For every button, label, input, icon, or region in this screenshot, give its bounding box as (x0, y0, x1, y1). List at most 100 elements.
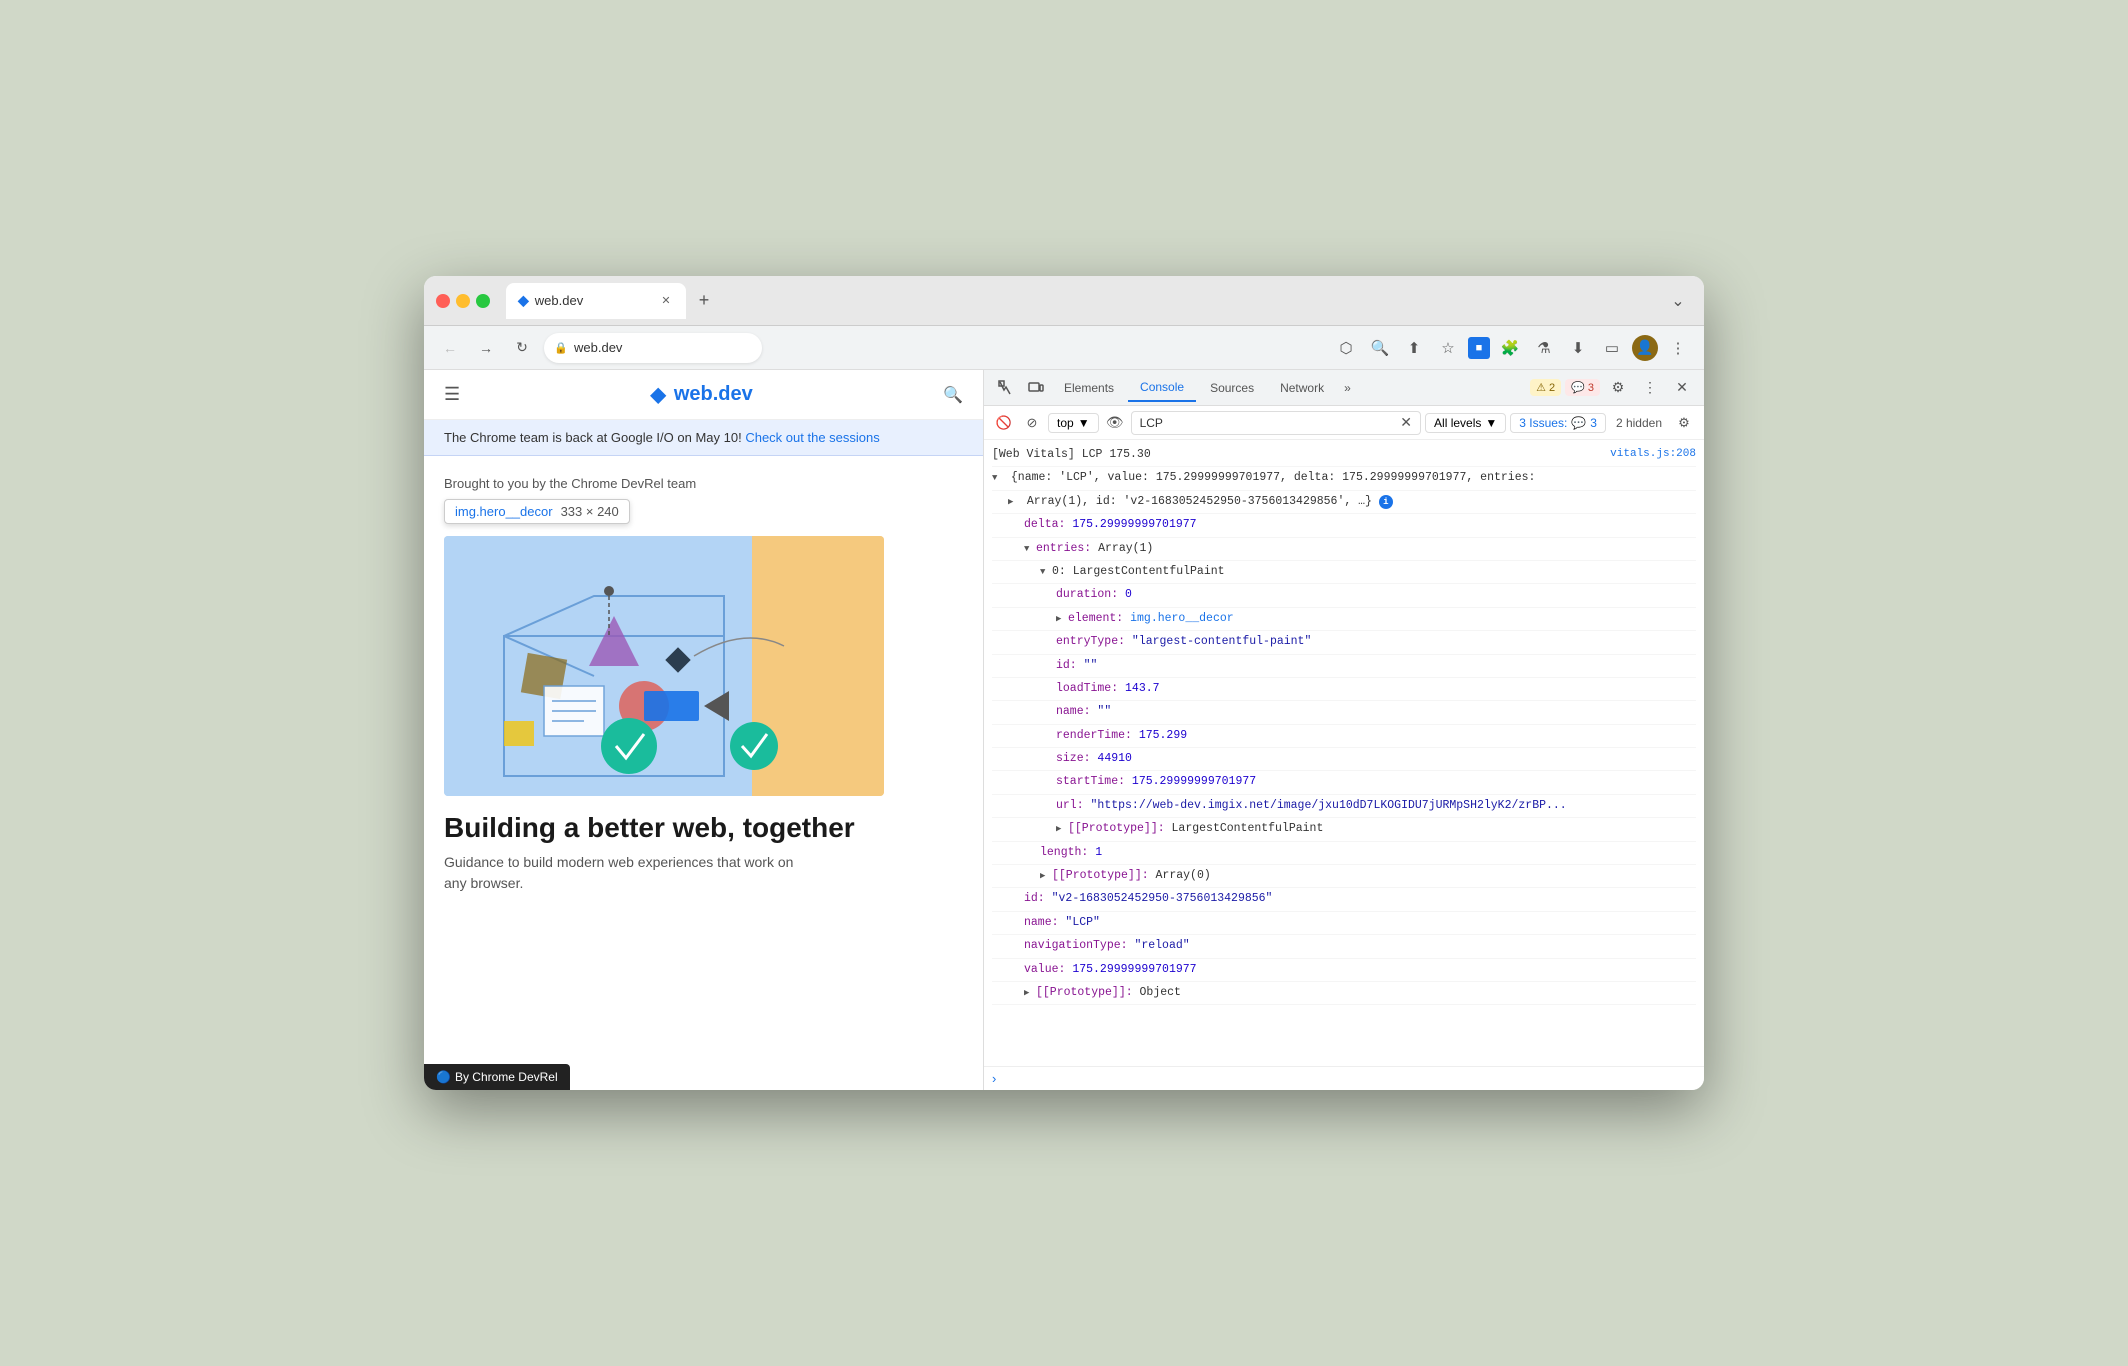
filter-text-input[interactable] (1140, 416, 1401, 430)
download-icon[interactable]: ⬇ (1564, 334, 1592, 362)
length-label: length: (1040, 844, 1088, 862)
array-expand-arrow[interactable] (1008, 493, 1020, 511)
zoom-icon[interactable]: 🔍 (1366, 334, 1394, 362)
console-log-line-main: [Web Vitals] LCP 175.30 vitals.js:208 (992, 444, 1696, 467)
id2-value: "v2-1683052452950-3756013429856" (1052, 890, 1273, 908)
starttime-line: startTime: 175.29999999701977 (992, 771, 1696, 794)
page-subtext: Guidance to build modern web experiences… (444, 852, 963, 894)
id-value: "" (1084, 657, 1098, 675)
close-window-button[interactable] (436, 294, 450, 308)
hamburger-menu-button[interactable]: ☰ (444, 384, 460, 405)
address-wrapper: 🔒 (544, 333, 1324, 363)
duration-label: duration: (1056, 586, 1118, 604)
proto3-expand-arrow[interactable] (1024, 984, 1036, 1002)
value-label: value: (1024, 961, 1065, 979)
extension-green-icon[interactable]: ■ (1468, 337, 1490, 359)
address-input[interactable] (544, 333, 762, 363)
back-button[interactable]: ← (436, 334, 464, 362)
navtype-value: "reload" (1134, 937, 1189, 955)
sidebar-icon[interactable]: ▭ (1598, 334, 1626, 362)
announcement-text: The Chrome team is back at Google I/O on… (444, 430, 742, 445)
clear-console-button[interactable]: 🚫 (992, 411, 1016, 435)
name2-value: "LCP" (1065, 914, 1100, 932)
warning-count: 2 (1549, 382, 1555, 394)
element-line: element: img.hero__decor (992, 608, 1696, 631)
live-expressions-button[interactable]: 👁 (1103, 411, 1127, 435)
issues-button[interactable]: 3 Issues: 💬 3 (1510, 413, 1606, 433)
obj-expand-arrow[interactable] (992, 469, 1004, 487)
tab-console[interactable]: Console (1128, 374, 1196, 402)
tab-network[interactable]: Network (1268, 374, 1336, 402)
forward-button[interactable]: → (472, 334, 500, 362)
log-source-main[interactable]: vitals.js:208 (1610, 446, 1696, 464)
share-icon[interactable]: ⬆ (1400, 334, 1428, 362)
length-line: length: 1 (992, 842, 1696, 865)
site-name: web.dev (674, 383, 753, 406)
entry0-expand-arrow[interactable] (1040, 563, 1052, 581)
profile-menu-button[interactable]: ⌄ (1664, 287, 1692, 315)
array-preview-text: Array(1), id: 'v2-1683052452950-37560134… (1027, 495, 1372, 508)
proto3-line: [[Prototype]]: Object (992, 982, 1696, 1005)
traffic-lights (436, 294, 490, 308)
duration-line: duration: 0 (992, 584, 1696, 607)
element-expand-arrow[interactable] (1056, 610, 1068, 628)
new-tab-button[interactable]: + (690, 287, 718, 315)
info-icon[interactable]: i (1379, 495, 1393, 509)
bookmark-icon[interactable]: ☆ (1434, 334, 1462, 362)
console-input[interactable] (1004, 1072, 1696, 1086)
entrytype-label: entryType: (1056, 633, 1125, 651)
log-text-main: [Web Vitals] LCP 175.30 (992, 448, 1151, 461)
cast-icon[interactable]: ⬡ (1332, 334, 1360, 362)
puzzle-icon[interactable]: 🧩 (1496, 334, 1524, 362)
entries-label: entries: (1036, 540, 1091, 558)
filter-icon-button[interactable]: ⊘ (1020, 411, 1044, 435)
devtools-settings-button[interactable]: ⚙ (1604, 374, 1632, 402)
footer-icon: 🔵 (436, 1070, 451, 1084)
flask-icon[interactable]: ⚗ (1530, 334, 1558, 362)
chrome-menu-button[interactable]: ⋮ (1664, 334, 1692, 362)
title-bar: ◆ web.dev ✕ + ⌄ (424, 276, 1704, 326)
warning-badge[interactable]: ⚠ 2 (1530, 379, 1561, 396)
context-selector[interactable]: top ▼ (1048, 413, 1099, 433)
entry-0-label: 0: LargestContentfulPaint (1052, 563, 1225, 581)
reload-button[interactable]: ↻ (508, 334, 536, 362)
maximize-window-button[interactable] (476, 294, 490, 308)
console-filter-input[interactable]: ✕ (1131, 411, 1421, 435)
log-levels-selector[interactable]: All levels ▼ (1425, 413, 1506, 433)
minimize-window-button[interactable] (456, 294, 470, 308)
element-class: img.hero__decor (455, 504, 553, 519)
error-icon: 💬 (1571, 381, 1585, 394)
name-value: "" (1097, 703, 1111, 721)
devtools-close-button[interactable]: ✕ (1668, 374, 1696, 402)
logo-diamond-icon: ◆ (650, 382, 665, 407)
tab-close-button[interactable]: ✕ (658, 293, 674, 309)
console-prompt: › (984, 1066, 1704, 1090)
tab-favicon-icon: ◆ (518, 292, 529, 309)
url-line: url: "https://web-dev.imgix.net/image/jx… (992, 795, 1696, 818)
inspect-element-button[interactable] (992, 374, 1020, 402)
devtools-tabs: Elements Console Sources Network » ⚠ 2 💬… (984, 370, 1704, 406)
device-toolbar-button[interactable] (1022, 374, 1050, 402)
entries-line: entries: Array(1) (992, 538, 1696, 561)
site-search-button[interactable]: 🔍 (943, 385, 963, 405)
tab-sources[interactable]: Sources (1198, 374, 1266, 402)
console-obj-preview: {name: 'LCP', value: 175.29999999701977,… (992, 467, 1696, 490)
site-header: ☰ ◆ web.dev 🔍 (424, 370, 983, 420)
profile-avatar[interactable]: 👤 (1632, 335, 1658, 361)
proto1-expand-arrow[interactable] (1056, 820, 1068, 838)
tab-elements[interactable]: Elements (1052, 374, 1126, 402)
announcement-link[interactable]: Check out the sessions (745, 430, 879, 445)
entries-expand-arrow[interactable] (1024, 540, 1036, 558)
active-tab[interactable]: ◆ web.dev ✕ (506, 283, 686, 319)
more-tabs-button[interactable]: » (1338, 377, 1357, 399)
proto1-value: LargestContentfulPaint (1172, 820, 1324, 838)
filter-clear-button[interactable]: ✕ (1400, 414, 1412, 431)
hidden-messages-button[interactable]: 2 hidden (1610, 414, 1668, 432)
name-line: name: "" (992, 701, 1696, 724)
devtools-panel: Elements Console Sources Network » ⚠ 2 💬… (984, 370, 1704, 1090)
devtools-more-button[interactable]: ⋮ (1636, 374, 1664, 402)
error-badge[interactable]: 💬 3 (1565, 379, 1600, 396)
console-settings-button[interactable]: ⚙ (1672, 411, 1696, 435)
devtools-tabs-right: ⚠ 2 💬 3 ⚙ ⋮ ✕ (1530, 374, 1696, 402)
proto2-expand-arrow[interactable] (1040, 867, 1052, 885)
